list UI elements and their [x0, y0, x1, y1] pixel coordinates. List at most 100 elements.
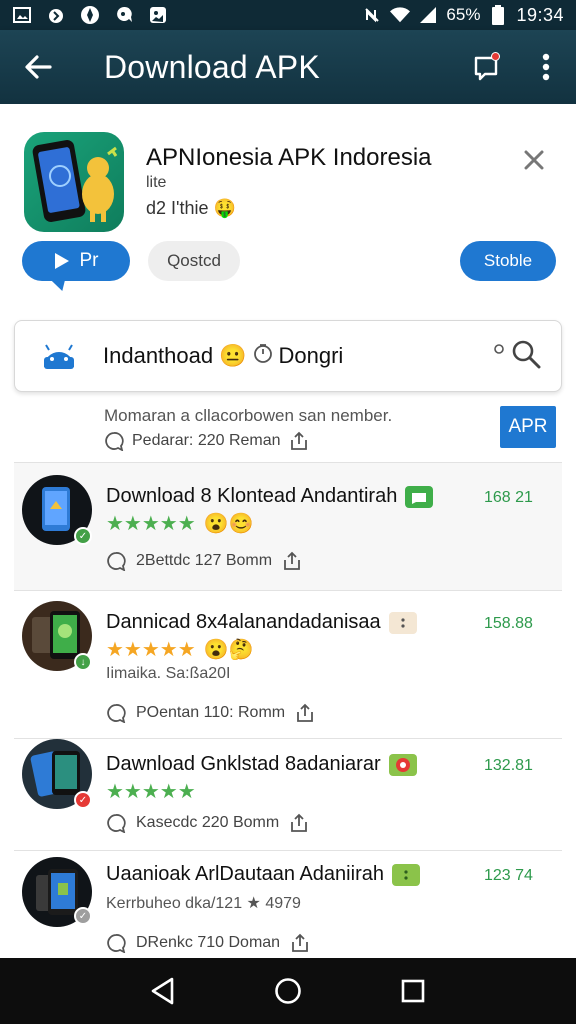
status-bar: 65% 19:34: [0, 0, 576, 30]
status-badge: ✓: [74, 907, 92, 925]
verified-badge: ✓: [74, 527, 92, 545]
nav-recents-icon: [402, 979, 425, 1003]
android-icon: [39, 341, 79, 371]
timer-icon: [253, 343, 273, 369]
list-item-title: Dawnload Gnklstad 8adaniarar: [106, 753, 381, 775]
tag-icon: [388, 611, 417, 634]
app-developer-text: d2 I'thie: [146, 198, 209, 218]
share-icon[interactable]: [295, 703, 315, 723]
list-item-meta-text: 2Bettdc 127 Bomm: [136, 552, 273, 569]
list-item[interactable]: ✓ Uaanioak ArlDautaan Adaniirah 123 74 K…: [14, 850, 562, 960]
rating: ★★★★★ 😮😊: [106, 511, 253, 536]
dot-indicator-icon: [493, 343, 505, 370]
comment-icon: [107, 814, 126, 833]
rating-stars: ★★★★★: [106, 513, 196, 535]
overflow-menu-icon: [542, 53, 550, 81]
compass-icon: [80, 5, 100, 25]
comment-icon: [107, 552, 126, 571]
share-icon[interactable]: [290, 933, 310, 953]
share-icon[interactable]: [289, 431, 309, 451]
search-query: Indanthoad: [103, 343, 214, 368]
battery-percent: 65%: [446, 5, 481, 24]
app-name: APNIonesia APK Indoresia: [146, 144, 432, 171]
list-item-title: Dannicad 8x4alanandadanisaa: [106, 611, 381, 633]
install-button[interactable]: Stoble: [460, 241, 556, 281]
intro-meta: Pedarar: 220 Reman: [104, 431, 309, 451]
list-item-title-wrap: Dannicad 8x4alanandadanisaa: [106, 611, 417, 634]
back-button[interactable]: [0, 30, 76, 104]
search-box[interactable]: Indanthoad 😐 Dongri: [14, 320, 562, 392]
tag-icon: [388, 753, 417, 776]
reaction-emojis: 😮🤔: [203, 639, 254, 661]
secondary-button[interactable]: Qostcd: [148, 241, 240, 281]
overflow-menu-button[interactable]: [516, 30, 576, 104]
tag-icon: [391, 863, 420, 886]
list-item-title-wrap: Dawnload Gnklstad 8adaniarar: [106, 753, 417, 776]
nav-home-icon: [275, 978, 301, 1004]
rating: ★★★★★ 😮🤔: [106, 637, 253, 662]
app-developer: d2 I'thie 🤑: [146, 198, 236, 219]
nav-recents-button[interactable]: [383, 961, 443, 1021]
clock: 19:34: [516, 4, 564, 25]
play-button[interactable]: Pr: [22, 241, 130, 281]
version-number: 158.88: [484, 615, 533, 632]
page-title: Download APK: [104, 48, 320, 85]
download-badge: ↓: [74, 653, 92, 671]
share-icon[interactable]: [289, 813, 309, 833]
apk-button[interactable]: APR: [500, 406, 556, 448]
list-item-meta: 2Bettdc 127 Bomm: [106, 551, 302, 571]
intro-text: Momaran a cllacorbowen san nember.: [104, 406, 393, 425]
chat-icon: [114, 5, 134, 25]
version-number: 168 21: [484, 489, 533, 506]
play-button-label: Pr: [79, 250, 99, 271]
search-query-suffix: Dongri: [278, 343, 344, 368]
search-emoji: 😐: [219, 343, 247, 368]
app-bar: Download APK: [0, 30, 576, 104]
close-button[interactable]: [518, 144, 550, 176]
nfc-icon: [362, 5, 382, 25]
list-item-extra: Kerrbuheo dka/121 ★ 4979: [106, 895, 301, 912]
list-item-meta: POentan 110: Romm: [106, 703, 315, 723]
list-intro: Momaran a cllacorbowen san nember. Pedar…: [14, 400, 562, 462]
list-item[interactable]: ↓ Dannicad 8x4alanandadanisaa 158.88 ★★★…: [14, 590, 562, 738]
version-number: 123 74: [484, 867, 533, 884]
play-icon: [54, 253, 69, 269]
rating-stars: ★★★★★: [106, 639, 196, 661]
list-item-title-wrap: Uaanioak ArlDautaan Adaniirah: [106, 863, 420, 886]
verified-badge: ✓: [74, 791, 92, 809]
notifications-button[interactable]: [456, 30, 516, 104]
reaction-emojis: 😮😊: [203, 513, 254, 535]
app-subtitle: lite: [146, 174, 167, 191]
battery-icon: [488, 5, 508, 25]
rating-stars: ★★★★★: [106, 781, 196, 803]
image-icon: [12, 5, 32, 25]
intro-meta-text: Pedarar: 220 Reman: [132, 432, 281, 449]
nav-back-button[interactable]: [133, 961, 193, 1021]
list-item-title: Download 8 Klontead Andantirah: [106, 485, 398, 507]
list-item-meta-text: POentan 110: Romm: [136, 704, 286, 721]
list-item-meta-text: Kasecdc 220 Bomm: [136, 814, 280, 831]
version-number: 132.81: [484, 757, 533, 774]
list-item[interactable]: ✓ Dawnload Gnklstad 8adaniarar 132.81 ★★…: [14, 738, 562, 850]
app-logo: [24, 132, 124, 232]
search-icon[interactable]: [511, 339, 541, 374]
list-item[interactable]: ✓ Download 8 Klontead Andantirah 168 21 …: [14, 462, 562, 590]
nav-back-icon: [151, 977, 173, 1005]
notification-dot: [491, 52, 500, 61]
comment-icon: [107, 934, 126, 953]
developer-emoji: 🤑: [213, 198, 236, 218]
flame-icon: [46, 5, 66, 25]
list-item-meta: DRenkc 710 Doman: [106, 933, 310, 953]
share-icon[interactable]: [282, 551, 302, 571]
close-icon: [524, 150, 544, 170]
list-item-meta-text: DRenkc 710 Doman: [136, 934, 281, 951]
apk-list: Momaran a cllacorbowen san nember. Pedar…: [14, 400, 562, 960]
comment-icon: [105, 432, 124, 451]
tag-icon: [405, 485, 434, 508]
list-item-title-wrap: Download 8 Klontead Andantirah: [106, 485, 434, 508]
list-item-meta: Kasecdc 220 Bomm: [106, 813, 309, 833]
list-item-extra: Iimaika. Sa:ßa20I: [106, 665, 231, 682]
nav-home-button[interactable]: [258, 961, 318, 1021]
wifi-icon: [390, 5, 411, 25]
signal-icon: [418, 5, 438, 25]
